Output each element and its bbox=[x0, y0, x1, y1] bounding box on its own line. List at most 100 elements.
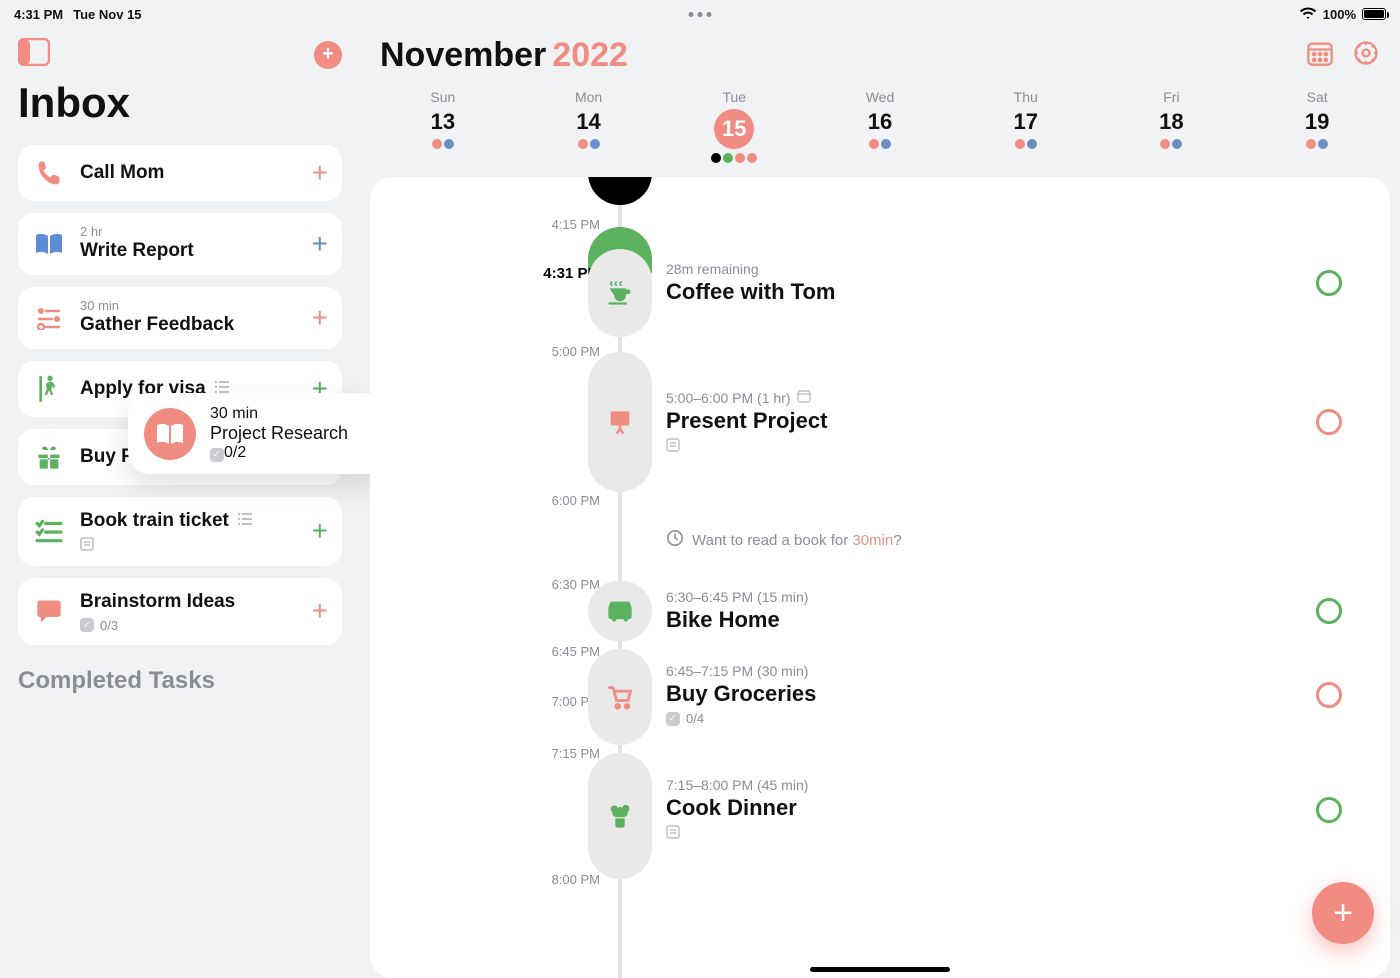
calendar-mini-icon bbox=[797, 389, 811, 406]
time-label: 5:00 PM bbox=[520, 344, 600, 359]
complete-check[interactable] bbox=[1316, 797, 1342, 823]
task-call-mom[interactable]: Call Mom + bbox=[18, 145, 342, 201]
calendar-icon[interactable] bbox=[1306, 39, 1334, 72]
suggestion-highlight: 30min bbox=[852, 532, 893, 549]
day-mon[interactable]: Mon14 bbox=[516, 89, 662, 163]
subtask-count: 0/2 bbox=[224, 444, 246, 461]
past-indicator bbox=[588, 177, 652, 205]
schedule-button[interactable]: + bbox=[312, 228, 328, 260]
note-icon bbox=[80, 537, 94, 554]
battery-percent: 100% bbox=[1323, 7, 1356, 22]
event-title: Coffee with Tom bbox=[666, 279, 835, 305]
event-node-groceries[interactable] bbox=[588, 649, 652, 745]
subtask-count: 0/3 bbox=[100, 618, 118, 633]
complete-check[interactable] bbox=[1316, 598, 1342, 624]
completed-tasks-header[interactable]: Completed Tasks bbox=[18, 667, 342, 695]
task-book-train[interactable]: Book train ticket + bbox=[18, 497, 342, 566]
event-coffee[interactable]: 28m remaining Coffee with Tom bbox=[666, 261, 1342, 305]
fab-add-button[interactable]: + bbox=[1312, 882, 1374, 944]
status-date: Tue Nov 15 bbox=[73, 7, 141, 22]
task-meta: 2 hr bbox=[80, 225, 298, 239]
subtask-checkbox-icon: ✓ bbox=[666, 712, 680, 726]
status-time: 4:31 PM bbox=[14, 7, 63, 22]
month-title[interactable]: November2022 bbox=[380, 36, 628, 75]
task-gather-feedback[interactable]: 30 min Gather Feedback + bbox=[18, 287, 342, 349]
week-strip: Sun13 Mon14 Tue15 Wed16 Thu17 Fri18 Sat1… bbox=[370, 89, 1390, 163]
subtask-checkbox-icon: ✓ bbox=[80, 618, 94, 632]
schedule-button[interactable]: + bbox=[312, 515, 328, 547]
day-thu[interactable]: Thu17 bbox=[953, 89, 1099, 163]
task-title: Brainstorm Ideas bbox=[80, 590, 298, 614]
schedule-button[interactable]: + bbox=[312, 595, 328, 627]
task-meta: 30 min bbox=[210, 405, 348, 423]
event-title: Bike Home bbox=[666, 607, 808, 633]
schedule-button[interactable]: + bbox=[312, 302, 328, 334]
settings-gear-icon[interactable] bbox=[1352, 39, 1380, 72]
suggestion-read-book[interactable]: Want to read a book for 30min? bbox=[666, 529, 902, 551]
task-title: Book train ticket bbox=[80, 509, 229, 533]
complete-check[interactable] bbox=[1316, 409, 1342, 435]
gift-icon bbox=[32, 443, 66, 471]
list-icon bbox=[237, 509, 253, 533]
sidebar-toggle-icon[interactable] bbox=[18, 38, 50, 71]
checklist-icon bbox=[32, 518, 66, 544]
event-upper: 6:45–7:15 PM (30 min) bbox=[666, 663, 808, 679]
event-node-bike[interactable] bbox=[588, 581, 652, 641]
home-indicator[interactable] bbox=[810, 967, 950, 972]
time-label: 6:00 PM bbox=[520, 493, 600, 508]
task-title: Call Mom bbox=[80, 161, 298, 185]
event-node-cook[interactable] bbox=[588, 753, 652, 879]
event-upper: 28m remaining bbox=[666, 261, 759, 277]
day-fri[interactable]: Fri18 bbox=[1099, 89, 1245, 163]
inbox-title: Inbox bbox=[18, 79, 342, 127]
sliders-icon bbox=[32, 306, 66, 330]
chat-icon bbox=[32, 598, 66, 624]
add-task-button[interactable]: + bbox=[314, 41, 342, 69]
battery-icon bbox=[1362, 8, 1386, 20]
suggestion-suffix: ? bbox=[893, 532, 901, 549]
event-upper: 6:30–6:45 PM (15 min) bbox=[666, 589, 808, 605]
clock-icon bbox=[666, 529, 684, 551]
multitask-dots[interactable] bbox=[689, 12, 712, 17]
time-label: 4:15 PM bbox=[520, 217, 600, 232]
complete-check[interactable] bbox=[1316, 682, 1342, 708]
subtask-count: 0/4 bbox=[686, 711, 704, 726]
task-write-report[interactable]: 2 hr Write Report + bbox=[18, 213, 342, 275]
book-icon bbox=[32, 231, 66, 257]
day-tue[interactable]: Tue15 bbox=[661, 89, 807, 163]
event-title: Buy Groceries bbox=[666, 681, 816, 707]
event-upper: 7:15–8:00 PM (45 min) bbox=[666, 777, 808, 793]
complete-check[interactable] bbox=[1316, 270, 1342, 296]
time-label: 8:00 PM bbox=[520, 872, 600, 887]
event-upper: 5:00–6:00 PM (1 hr) bbox=[666, 390, 791, 406]
task-meta: 30 min bbox=[80, 299, 298, 313]
event-present[interactable]: 5:00–6:00 PM (1 hr) Present Project bbox=[666, 389, 1342, 455]
subtask-checkbox-icon: ✓ bbox=[210, 448, 224, 462]
sidebar: + Inbox Call Mom + 2 hr Write Report bbox=[0, 28, 360, 978]
book-icon bbox=[144, 408, 196, 460]
event-groceries[interactable]: 6:45–7:15 PM (30 min) Buy Groceries ✓ 0/4 bbox=[666, 663, 1342, 726]
event-node-coffee[interactable] bbox=[588, 249, 652, 337]
event-cook[interactable]: 7:15–8:00 PM (45 min) Cook Dinner bbox=[666, 777, 1342, 842]
day-wed[interactable]: Wed16 bbox=[807, 89, 953, 163]
event-title: Cook Dinner bbox=[666, 795, 808, 821]
task-brainstorm[interactable]: Brainstorm Ideas ✓ 0/3 + bbox=[18, 578, 342, 645]
timeline[interactable]: 4:15 PM 4:31 PM 5:00 PM 6:00 PM 6:30 PM … bbox=[370, 177, 1390, 978]
event-title: Present Project bbox=[666, 408, 827, 434]
year: 2022 bbox=[552, 36, 628, 74]
wifi-icon bbox=[1299, 6, 1317, 23]
schedule-button[interactable]: + bbox=[312, 157, 328, 189]
event-node-present[interactable] bbox=[588, 352, 652, 492]
note-icon bbox=[666, 438, 680, 455]
dragging-task-project-research[interactable]: 30 min Project Research ✓0/2 bbox=[128, 393, 388, 474]
suggestion-prefix: Want to read a book for bbox=[692, 532, 852, 549]
time-label: 7:15 PM bbox=[520, 746, 600, 761]
day-sat[interactable]: Sat19 bbox=[1244, 89, 1390, 163]
event-bike[interactable]: 6:30–6:45 PM (15 min) Bike Home bbox=[666, 589, 1342, 633]
month-name: November bbox=[380, 36, 546, 74]
walk-icon bbox=[32, 374, 66, 404]
time-label: 6:30 PM bbox=[520, 577, 600, 592]
status-bar: 4:31 PM Tue Nov 15 100% bbox=[0, 0, 1400, 28]
day-sun[interactable]: Sun13 bbox=[370, 89, 516, 163]
main-panel: November2022 Sun13 Mon14 Tue15 Wed16 Thu… bbox=[360, 28, 1400, 978]
